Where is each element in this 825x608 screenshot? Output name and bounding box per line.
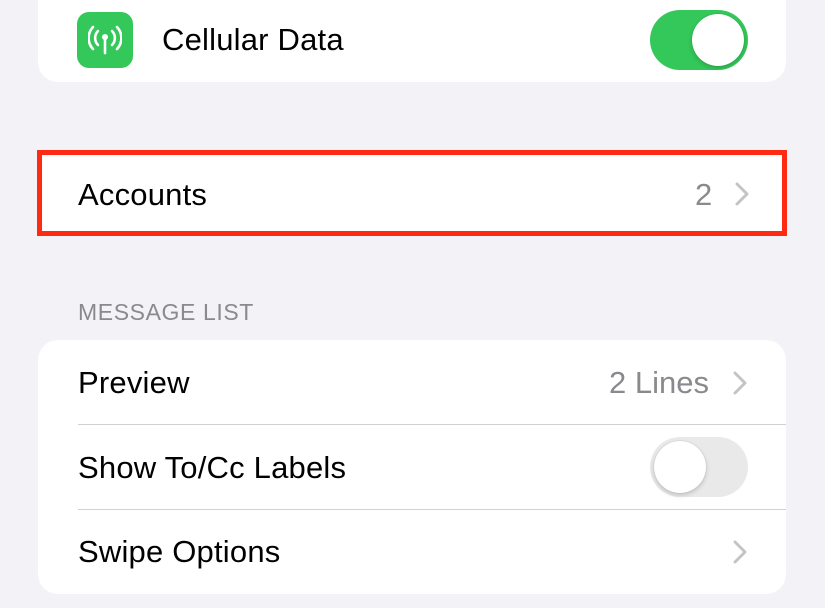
preview-value: 2 Lines: [609, 365, 709, 400]
toggle-knob: [654, 441, 706, 493]
message-list-group: Preview 2 Lines Show To/Cc Labels Swipe …: [38, 340, 786, 594]
show-tocc-row: Show To/Cc Labels: [38, 425, 786, 509]
accounts-row[interactable]: Accounts 2: [42, 155, 782, 231]
preview-row[interactable]: Preview 2 Lines: [38, 340, 786, 424]
antenna-icon: [77, 12, 133, 68]
mail-settings-page: Cellular Data Accounts 2 MESSAGE LIST Pr…: [0, 0, 825, 608]
preview-label: Preview: [78, 365, 190, 400]
swipe-options-label: Swipe Options: [78, 534, 281, 569]
accounts-group: Accounts 2: [37, 150, 787, 236]
cellular-data-toggle[interactable]: [650, 10, 748, 70]
accounts-label: Accounts: [78, 177, 208, 212]
accounts-count: 2: [695, 177, 713, 212]
chevron-right-icon: [733, 371, 747, 395]
message-list-header: MESSAGE LIST: [78, 299, 254, 325]
cellular-group: Cellular Data: [38, 0, 786, 82]
toggle-knob: [692, 14, 744, 66]
swipe-options-row[interactable]: Swipe Options: [38, 510, 786, 594]
chevron-right-icon: [733, 540, 747, 564]
cellular-data-row[interactable]: Cellular Data: [38, 0, 786, 82]
chevron-right-icon: [735, 182, 749, 206]
show-tocc-label: Show To/Cc Labels: [78, 450, 347, 485]
show-tocc-toggle[interactable]: [650, 437, 748, 497]
cellular-data-label: Cellular Data: [162, 22, 344, 57]
